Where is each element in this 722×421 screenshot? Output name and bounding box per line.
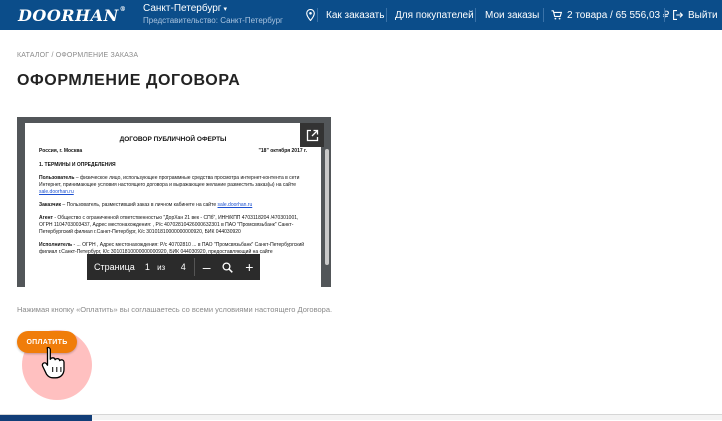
toolbar-divider [193,258,195,276]
city-selector[interactable]: Санкт-Петербург ▾ [143,3,227,14]
taskbar-start[interactable] [0,415,92,421]
taskbar [0,414,722,421]
nav-divider [543,8,544,22]
agreement-note: Нажимая кнопку «Оплатить» вы соглашаетес… [17,305,333,314]
city-label: Санкт-Петербург [143,3,222,14]
doc-link[interactable]: sale.doorhan.ru [39,189,74,195]
zoom-out-button[interactable]: – [196,254,217,280]
nav-divider [664,8,665,22]
doc-paragraph-user: Пользователь – физическое лицо, использу… [39,175,300,195]
page-total: 4 [180,262,186,272]
nav-cart[interactable]: 2 товара / 65 556,03 ₽ [551,0,669,30]
doc-title: ДОГОВОР ПУБЛИЧНОЙ ОФЕРТЫ [119,136,227,143]
zoom-in-button[interactable]: + [239,254,260,280]
office-label: Представительство: Санкт-Петербург [143,16,283,25]
top-header: DOORHAN® Санкт-Петербург ▾ Представительс… [0,0,722,30]
zoom-icon [222,261,234,273]
doorhan-logo[interactable]: DOORHAN® [18,6,126,25]
breadcrumb[interactable]: КАТАЛОГ / ОФОРМЛЕНИЕ ЗАКАЗА [17,52,138,59]
doc-paragraph-customer: Заказчик – Пользователь, разместивший за… [39,202,253,208]
page-number-input[interactable]: 1 [138,262,157,272]
logout-icon [673,10,683,20]
nav-my-orders[interactable]: Мои заказы [485,0,539,30]
nav-logout[interactable]: Выйти [673,0,718,30]
chevron-down-icon: ▾ [223,6,227,13]
nav-for-buyers[interactable]: Для покупателей [395,0,474,30]
doc-date: "18" октября 2017 г. [258,148,307,154]
open-external-icon [306,129,319,142]
nav-divider [386,8,387,22]
pdf-viewer[interactable]: ДОГОВОР ПУБЛИЧНОЙ ОФЕРТЫ Россия, г. Моск… [17,117,331,287]
page-label: Страница [94,262,135,272]
zoom-button[interactable] [217,254,238,280]
doc-place-date: Россия, г. Москва "18" октября 2017 г. [39,148,307,155]
nav-divider [475,8,476,22]
open-external-button[interactable] [300,123,324,147]
cart-icon [551,10,562,20]
doc-link[interactable]: sale.doorhan.ru [218,202,253,208]
pdf-scrollbar[interactable] [325,149,329,265]
hand-pointer-icon [41,345,67,384]
nav-how-to-order[interactable]: Как заказать [326,0,384,30]
page-of-label: из [157,262,166,272]
doc-place: Россия, г. Москва [39,148,83,154]
page-title: ОФОРМЛЕНИЕ ДОГОВОРА [17,72,241,89]
nav-divider [317,8,318,22]
doc-section-heading: 1. ТЕРМИНЫ И ОПРЕДЕЛЕНИЯ [39,162,116,168]
doc-paragraph-agent: Агент - Общество с ограниченной ответств… [39,215,299,235]
pdf-toolbar: Страница 1 из 4 – + [87,254,260,280]
